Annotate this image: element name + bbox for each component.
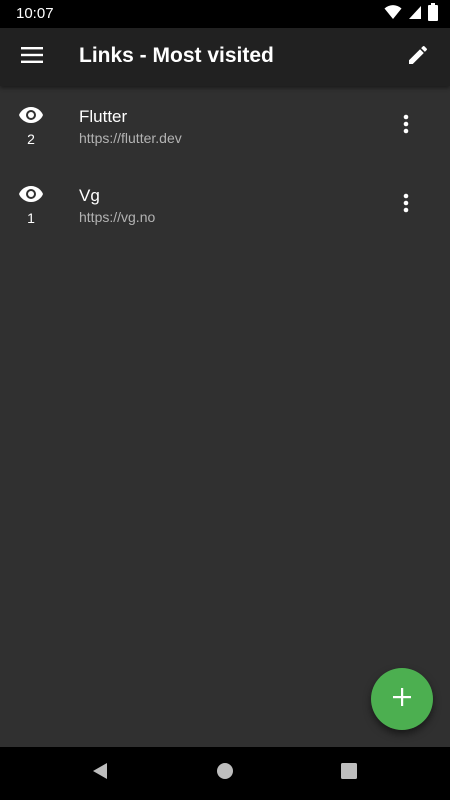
link-title: Vg [79, 186, 100, 205]
recents-icon [341, 762, 357, 784]
list-item[interactable]: 1 Vg https://vg.no [0, 165, 450, 244]
visit-counter: 2 [16, 106, 46, 147]
eye-icon [18, 185, 44, 208]
home-button[interactable] [213, 761, 237, 785]
link-list: 2 Flutter https://flutter.dev 1 Vg https… [0, 86, 450, 244]
navigation-bar [0, 747, 450, 800]
status-time: 10:07 [16, 5, 54, 22]
back-icon [91, 762, 109, 785]
list-item[interactable]: 2 Flutter https://flutter.dev [0, 86, 450, 165]
more-vert-icon [403, 193, 409, 218]
more-options-button[interactable] [388, 108, 424, 144]
back-button[interactable] [88, 761, 112, 785]
pencil-icon [406, 43, 430, 72]
app-screen: 10:07 Links - Most visited 2 Flutter htt… [0, 0, 450, 800]
page-title: Links - Most visited [79, 44, 274, 67]
link-url: https://vg.no [79, 209, 156, 225]
battery-icon [428, 2, 438, 26]
edit-button[interactable] [398, 37, 438, 77]
visit-counter: 1 [16, 185, 46, 226]
home-icon [216, 762, 234, 785]
hamburger-menu-icon [21, 46, 43, 68]
visit-count: 1 [27, 210, 35, 226]
add-link-button[interactable] [371, 668, 433, 730]
cell-signal-icon [408, 4, 422, 25]
link-title: Flutter [79, 107, 128, 126]
eye-icon [18, 106, 44, 129]
menu-button[interactable] [12, 37, 52, 77]
visit-count: 2 [27, 131, 35, 147]
link-url: https://flutter.dev [79, 130, 182, 146]
more-options-button[interactable] [388, 187, 424, 223]
plus-icon [393, 687, 411, 711]
app-bar: Links - Most visited [0, 28, 450, 86]
status-icons [384, 2, 438, 26]
recents-button[interactable] [337, 761, 361, 785]
wifi-icon [384, 4, 402, 25]
more-vert-icon [403, 114, 409, 139]
status-bar: 10:07 [0, 0, 450, 28]
